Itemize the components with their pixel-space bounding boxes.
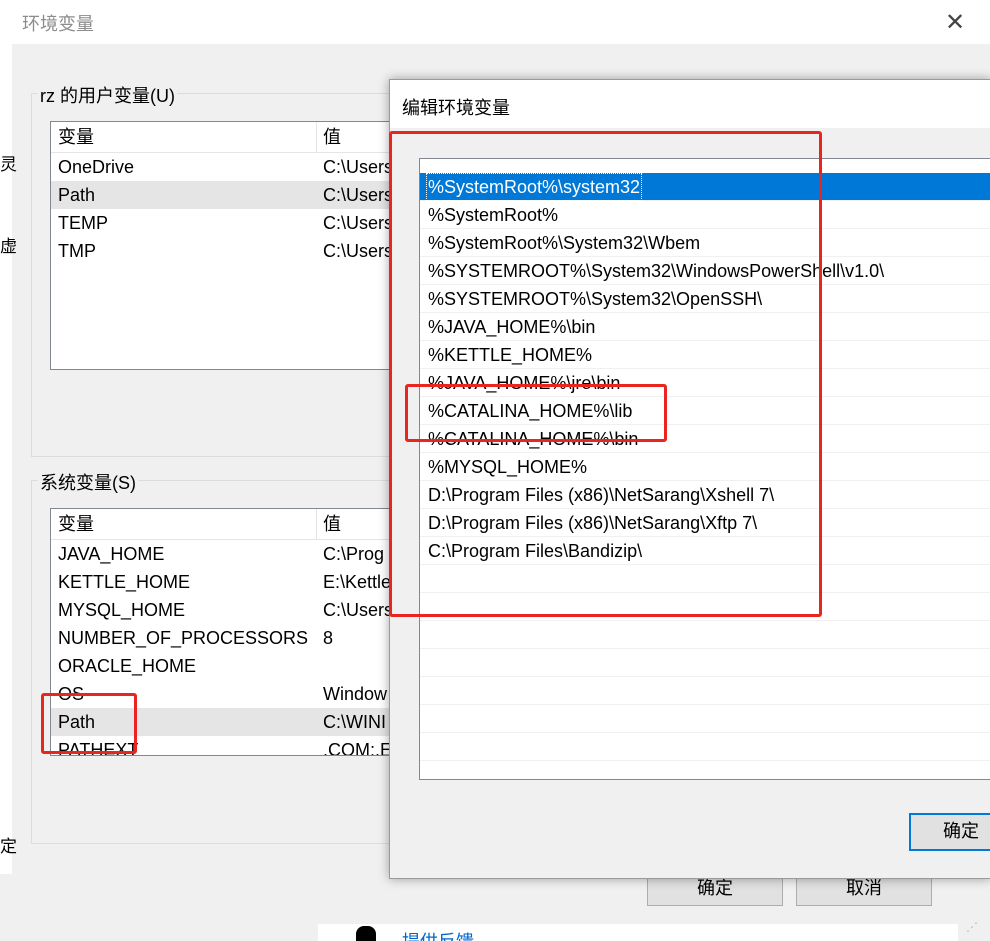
variable-name: Path xyxy=(58,185,96,205)
background-text-fragment: 定 xyxy=(0,837,17,856)
system-variables-label: 系统变量(S) xyxy=(38,469,138,495)
annotation-highlight-entries xyxy=(389,131,822,617)
list-item[interactable]: KETTLE_HOME E:\Kettle xyxy=(51,568,396,596)
empty-list-row[interactable] xyxy=(420,733,990,761)
close-icon[interactable]: ✕ xyxy=(940,8,970,38)
feedback-icon xyxy=(356,926,376,941)
variable-value: C:\Users xyxy=(323,157,394,177)
variable-name: NUMBER_OF_PROCESSORS xyxy=(58,628,309,648)
variable-value: .COM;.E xyxy=(323,740,393,756)
variable-value: C:\Users xyxy=(323,600,394,620)
variable-value: C:\Users xyxy=(323,185,394,205)
list-item[interactable]: NUMBER_OF_PROCESSORS 8 xyxy=(51,624,396,652)
variable-name: MYSQL_HOME xyxy=(58,600,186,620)
list-item[interactable]: MYSQL_HOME C:\Users xyxy=(51,596,396,624)
empty-list-row[interactable] xyxy=(420,649,990,677)
ok-button[interactable]: 确定 xyxy=(909,813,990,851)
list-item[interactable]: ORACLE_HOME xyxy=(51,652,396,680)
column-header-value[interactable]: 值 xyxy=(323,122,341,152)
variable-name: OneDrive xyxy=(58,157,135,177)
variable-name: KETTLE_HOME xyxy=(58,572,191,592)
empty-list-row[interactable] xyxy=(420,677,990,705)
resize-grip-icon[interactable]: ⋰ xyxy=(966,920,986,938)
annotation-highlight-catalina xyxy=(405,384,667,442)
variable-value: C:\WINI xyxy=(323,712,386,732)
annotation-highlight-path xyxy=(41,693,137,754)
variable-name: TMP xyxy=(58,241,96,261)
column-divider[interactable] xyxy=(316,122,317,152)
list-item[interactable]: JAVA_HOME C:\Prog xyxy=(51,540,396,568)
empty-list-row[interactable] xyxy=(420,761,990,789)
user-variables-label: rz 的用户变量(U) xyxy=(38,82,177,108)
feedback-link[interactable]: 提供反馈 xyxy=(402,928,474,941)
list-item[interactable]: Path C:\Users xyxy=(51,181,396,209)
title-bar: 编辑环境变量 xyxy=(390,80,990,128)
variable-name: JAVA_HOME xyxy=(58,544,165,564)
column-header-value[interactable]: 值 xyxy=(323,509,341,539)
user-variables-list[interactable]: 变量 值 OneDrive C:\Users Path C:\Users TEM… xyxy=(50,121,397,370)
variable-name: ORACLE_HOME xyxy=(58,656,197,676)
list-header: 变量 值 xyxy=(51,122,396,153)
variable-value: 8 xyxy=(323,628,334,648)
list-item[interactable]: TMP C:\Users xyxy=(51,237,396,265)
title-bar: 环境变量 ✕ xyxy=(0,0,990,44)
list-item[interactable]: OneDrive C:\Users xyxy=(51,153,396,181)
variable-value: C:\Users xyxy=(323,213,394,233)
background-text-fragment: 灵 xyxy=(0,155,17,174)
variable-value: C:\Users xyxy=(323,241,394,261)
empty-list-row[interactable] xyxy=(420,705,990,733)
background-text-fragment: 虚 xyxy=(0,237,17,256)
variable-value: Window xyxy=(323,684,388,704)
dialog-title: 编辑环境变量 xyxy=(402,98,510,118)
list-header: 变量 值 xyxy=(51,509,396,540)
list-item[interactable]: TEMP C:\Users xyxy=(51,209,396,237)
empty-list-row[interactable] xyxy=(420,621,990,649)
column-header-variable[interactable]: 变量 xyxy=(58,509,94,539)
variable-value: E:\Kettle xyxy=(323,572,392,592)
column-header-variable[interactable]: 变量 xyxy=(58,122,94,152)
column-divider[interactable] xyxy=(316,509,317,539)
variable-value: C:\Prog xyxy=(323,544,385,564)
variable-name: TEMP xyxy=(58,213,109,233)
dialog-title: 环境变量 xyxy=(22,14,94,34)
